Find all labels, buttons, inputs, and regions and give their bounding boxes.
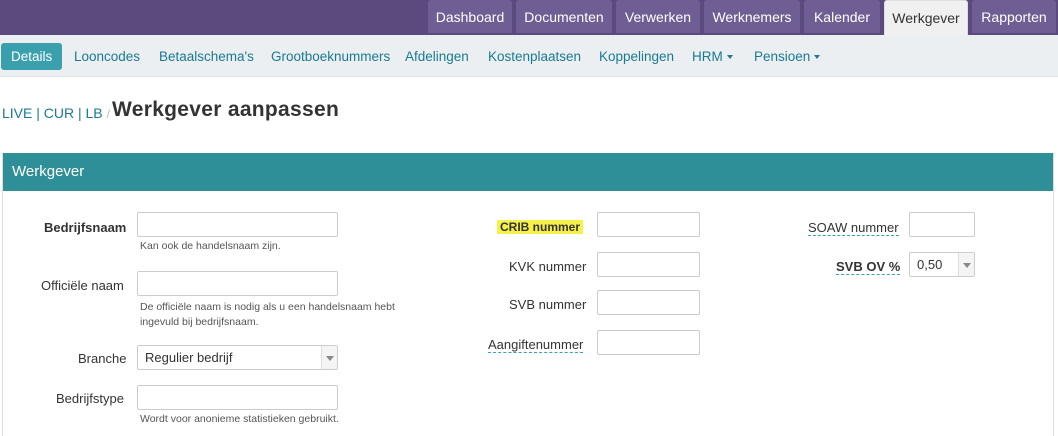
werkgever-panel: Werkgever Bedrijfsnaam Kan ook de handel… bbox=[2, 153, 1054, 436]
subnav-hrm-dropdown[interactable]: HRM bbox=[692, 43, 733, 70]
breadcrumb-link[interactable]: LIVE | CUR | LB bbox=[2, 105, 103, 121]
aangiftenummer-label[interactable]: Aangiftenummer bbox=[488, 337, 584, 353]
subnav-kostenplaatsen[interactable]: Kostenplaatsen bbox=[488, 43, 581, 70]
branche-label: Branche bbox=[78, 351, 127, 366]
officiele-naam-input[interactable] bbox=[137, 271, 338, 296]
officiele-naam-help-line-2: ingevuld bij bedrijfsnaam. bbox=[140, 316, 259, 328]
branche-selected-value: Regulier bedrijf bbox=[145, 350, 233, 365]
svb-nummer-input[interactable] bbox=[597, 290, 700, 315]
soaw-nummer-label[interactable]: SOAW nummer bbox=[808, 220, 899, 236]
breadcrumb-separator: / bbox=[106, 107, 110, 121]
bedrijfsnaam-input[interactable] bbox=[137, 212, 338, 237]
sub-navigation: Details Looncodes Betaalschema's Grootbo… bbox=[0, 35, 1058, 77]
svb-ov-selected-value: 0,50 bbox=[917, 257, 943, 272]
aangiftenummer-input[interactable] bbox=[597, 330, 700, 355]
branche-select[interactable]: Regulier bedrijf bbox=[137, 345, 338, 370]
tab-werkgever[interactable]: Werkgever bbox=[884, 0, 968, 35]
chevron-down-icon bbox=[814, 55, 821, 60]
soaw-nummer-input[interactable] bbox=[909, 212, 975, 237]
subnav-grootboeknummers[interactable]: Grootboeknummers bbox=[271, 43, 390, 70]
bedrijfsnaam-label: Bedrijfsnaam bbox=[44, 220, 127, 235]
kvk-nummer-input[interactable] bbox=[597, 252, 700, 277]
subnav-pensioen-label: Pensioen bbox=[754, 49, 811, 64]
bedrijfsnaam-help: Kan ook de handelsnaam zijn. bbox=[140, 240, 281, 252]
svb-ov-select[interactable]: 0,50 bbox=[909, 252, 975, 277]
svb-nummer-label: SVB nummer bbox=[509, 297, 587, 312]
dropdown-arrow-icon bbox=[958, 253, 974, 276]
subnav-afdelingen[interactable]: Afdelingen bbox=[405, 43, 469, 70]
page-title: Werkgever aanpassen bbox=[112, 98, 340, 121]
top-navigation-bar: Dashboard Documenten Verwerken Werknemer… bbox=[0, 0, 1058, 35]
svb-ov-label[interactable]: SVB OV % bbox=[836, 259, 901, 275]
bedrijfstype-help: Wordt voor anonieme statistieken gebruik… bbox=[140, 413, 339, 425]
breadcrumb: LIVE | CUR | LB / bbox=[2, 105, 114, 121]
officiele-naam-label: Officiële naam bbox=[41, 278, 124, 293]
officiele-naam-help: De officiële naam is nodig als u een han… bbox=[140, 300, 395, 330]
tab-dashboard[interactable]: Dashboard bbox=[428, 0, 512, 33]
officiele-naam-help-line-1: De officiële naam is nodig als u een han… bbox=[140, 301, 395, 313]
kvk-nummer-label: KVK nummer bbox=[509, 259, 587, 274]
tab-documenten[interactable]: Documenten bbox=[516, 0, 612, 33]
subnav-koppelingen[interactable]: Koppelingen bbox=[599, 43, 674, 70]
chevron-down-icon bbox=[726, 55, 733, 60]
main-nav-tabs: Dashboard Documenten Verwerken Werknemer… bbox=[424, 0, 1058, 35]
panel-title: Werkgever bbox=[3, 153, 1053, 191]
bedrijfstype-label: Bedrijfstype bbox=[56, 391, 124, 406]
bedrijfstype-input[interactable] bbox=[137, 385, 338, 410]
tab-werknemers[interactable]: Werknemers bbox=[704, 0, 800, 33]
subnav-betaalschemas[interactable]: Betaalschema's bbox=[159, 43, 254, 70]
subnav-details[interactable]: Details bbox=[1, 43, 63, 70]
crib-nummer-label: CRIB nummer bbox=[497, 220, 584, 234]
crib-nummer-input[interactable] bbox=[597, 212, 700, 237]
subnav-looncodes[interactable]: Looncodes bbox=[74, 43, 140, 70]
dropdown-arrow-icon bbox=[321, 346, 337, 369]
tab-verwerken[interactable]: Verwerken bbox=[616, 0, 700, 33]
subnav-pensioen-dropdown[interactable]: Pensioen bbox=[754, 43, 821, 70]
tab-kalender[interactable]: Kalender bbox=[804, 0, 880, 33]
tab-rapporten[interactable]: Rapporten bbox=[972, 0, 1056, 33]
subnav-hrm-label: HRM bbox=[692, 49, 723, 64]
